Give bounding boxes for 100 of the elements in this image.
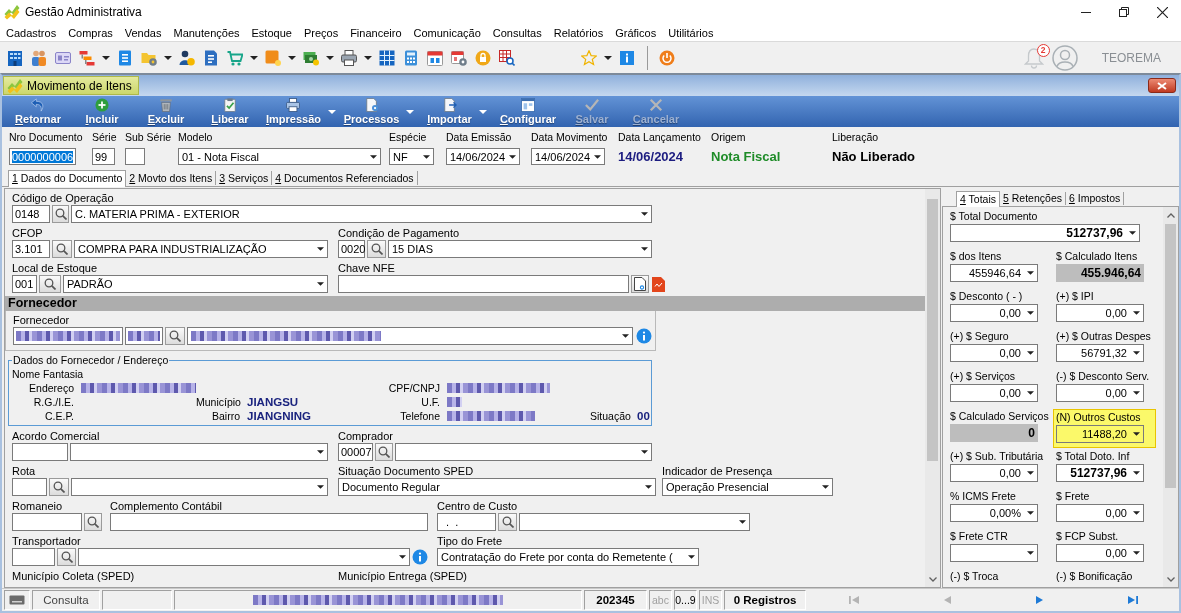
- dropdown-field[interactable]: 01 - Nota Fiscal: [178, 148, 381, 165]
- close-button[interactable]: [1148, 78, 1176, 93]
- search-button[interactable]: [52, 240, 72, 258]
- arrow-down-icon[interactable]: [1166, 577, 1175, 582]
- minimize-icon[interactable]: [1081, 11, 1091, 13]
- menu-item[interactable]: Estoque: [245, 26, 298, 39]
- menu-item[interactable]: Relatórios: [547, 26, 610, 39]
- text-field[interactable]: [12, 478, 47, 496]
- text-field[interactable]: [125, 148, 145, 165]
- dropdown-field[interactable]: COMPRA PARA INDUSTRIALIZAÇÃO: [74, 240, 328, 258]
- star-icon[interactable]: [581, 49, 597, 66]
- dropdown-field[interactable]: NF: [389, 148, 434, 165]
- dropdown-field[interactable]: Contratação do Frete por conta do Remetente (: [437, 548, 699, 566]
- scrollbar-thumb[interactable]: [927, 199, 938, 461]
- text-field[interactable]: 001: [12, 275, 37, 293]
- text-field[interactable]: 0020: [338, 240, 365, 258]
- dropdown-field[interactable]: 455946,64: [950, 264, 1038, 282]
- menu-item[interactable]: Manutenções: [167, 26, 246, 39]
- tab[interactable]: 4 Documentos Referenciados: [272, 171, 418, 185]
- printer-icon[interactable]: [341, 49, 357, 66]
- arrow-down-icon[interactable]: [928, 577, 937, 582]
- toolbar-button[interactable]: Excluir: [134, 96, 198, 127]
- text-field[interactable]: [12, 548, 55, 566]
- toolbar-button[interactable]: Impressão: [262, 96, 340, 127]
- dropdown-field[interactable]: 0,00: [1056, 304, 1144, 322]
- dropdown-field[interactable]: 14/06/2024: [531, 148, 605, 165]
- caret-icon[interactable]: [164, 55, 172, 60]
- scrollbar[interactable]: [925, 189, 940, 587]
- calendar-gear-icon[interactable]: [451, 49, 467, 66]
- dropdown-field[interactable]: Documento Regular: [338, 478, 656, 496]
- info-icon[interactable]: [619, 49, 635, 66]
- text-field[interactable]: [110, 513, 428, 531]
- text-field[interactable]: 99: [92, 148, 115, 165]
- menu-item[interactable]: Cadastros: [0, 26, 63, 39]
- bell-icon[interactable]: [1023, 46, 1044, 69]
- caret-icon[interactable]: [102, 55, 110, 60]
- dropdown-field[interactable]: 0,00: [1056, 544, 1144, 562]
- info-icon[interactable]: [412, 549, 428, 565]
- text-field[interactable]: [13, 327, 123, 345]
- dropdown-field[interactable]: 15 DIAS: [388, 240, 652, 258]
- text-field[interactable]: [125, 327, 163, 345]
- dropdown-field[interactable]: [70, 443, 328, 461]
- caret-icon[interactable]: [326, 55, 334, 60]
- text-field[interactable]: 0148: [12, 205, 50, 223]
- org-chart-icon[interactable]: [79, 49, 95, 66]
- search-button[interactable]: [375, 443, 393, 461]
- menu-item[interactable]: Comunicação: [407, 26, 487, 39]
- menu-item[interactable]: Financeiro: [344, 26, 408, 39]
- text-field[interactable]: [12, 443, 68, 461]
- search-button[interactable]: [52, 205, 69, 223]
- text-field[interactable]: . .: [437, 513, 496, 531]
- search-button[interactable]: [367, 240, 386, 258]
- pdf-icon[interactable]: [651, 276, 665, 292]
- dropdown-field[interactable]: [519, 513, 750, 531]
- dropdown-field[interactable]: Operação Presencial: [662, 478, 833, 496]
- menu-item[interactable]: Consultas: [486, 26, 548, 39]
- caret-icon[interactable]: [364, 55, 372, 60]
- tab[interactable]: 1 Dados do Documento: [8, 170, 127, 187]
- document-icon[interactable]: [117, 49, 133, 66]
- dropdown-field[interactable]: 0,00: [950, 304, 1038, 322]
- menu-item[interactable]: Utilitários: [662, 26, 720, 39]
- dropdown-field[interactable]: 14/06/2024: [446, 148, 520, 165]
- toolbar-button[interactable]: Importar: [418, 96, 496, 127]
- scrollbar[interactable]: [1163, 207, 1178, 587]
- dropdown-field[interactable]: PADRÃO: [63, 275, 328, 293]
- person-coin-icon[interactable]: [179, 49, 195, 66]
- search-button[interactable]: [49, 478, 69, 496]
- dropdown-field[interactable]: [950, 544, 1038, 562]
- id-card-icon[interactable]: [55, 49, 71, 66]
- dropdown-field[interactable]: 512737,96: [950, 224, 1140, 242]
- note-icon[interactable]: [265, 49, 281, 66]
- cart-icon[interactable]: [227, 49, 243, 66]
- dropdown-field[interactable]: [395, 443, 652, 461]
- document-button[interactable]: [631, 275, 649, 293]
- dropdown-field[interactable]: [78, 548, 410, 566]
- tab[interactable]: 2 Movto dos Itens: [126, 171, 217, 185]
- dropdown-field[interactable]: 0,00: [950, 384, 1038, 402]
- search-button[interactable]: [39, 275, 61, 293]
- text-field[interactable]: 00007: [338, 443, 373, 461]
- dropdown-field[interactable]: [187, 327, 633, 345]
- dropdown-field[interactable]: 56791,32: [1056, 344, 1144, 362]
- tab[interactable]: 4 Totais: [956, 191, 1000, 207]
- menu-item[interactable]: Vendas: [118, 26, 168, 39]
- search-button[interactable]: [57, 548, 76, 566]
- text-field[interactable]: [12, 513, 82, 531]
- text-field[interactable]: 0000000006: [9, 148, 76, 165]
- power-icon[interactable]: [659, 49, 675, 66]
- tab[interactable]: 6 Impostos: [1066, 192, 1125, 205]
- search-button[interactable]: [84, 513, 102, 531]
- text-field[interactable]: [338, 275, 629, 293]
- dropdown-field[interactable]: 11488,20: [1056, 425, 1144, 443]
- spreadsheet-icon[interactable]: [379, 49, 395, 66]
- toolbar-button[interactable]: Configurar: [496, 96, 560, 127]
- tab[interactable]: 3 Serviços: [216, 171, 273, 185]
- calendar-icon[interactable]: [427, 49, 443, 66]
- money-icon[interactable]: [303, 49, 319, 66]
- toolbar-button[interactable]: Processos: [340, 96, 418, 127]
- dropdown-field[interactable]: 0,00: [950, 344, 1038, 362]
- people-icon[interactable]: [31, 49, 47, 66]
- dropdown-field[interactable]: 512737,96: [1056, 464, 1144, 482]
